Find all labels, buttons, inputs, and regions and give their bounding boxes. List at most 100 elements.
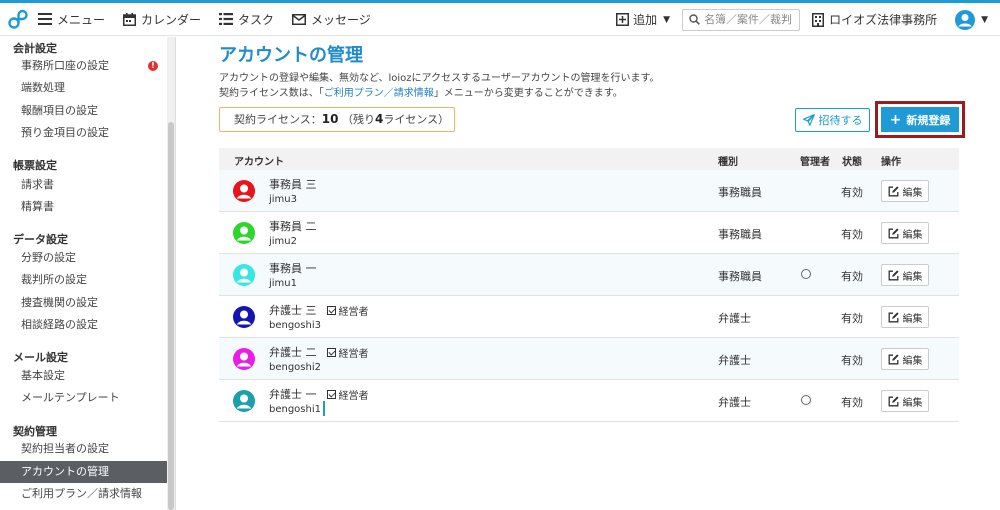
table-row[interactable]: 事務員 一 jimu1 事務職員 有効 編集 [219,254,959,296]
column-header-status: 状態 [842,157,862,168]
office-switcher[interactable]: ロイオズ法律事務所 [812,11,937,28]
account-kind: 事務職員 [718,228,762,241]
calendar-icon [123,12,137,26]
sidebar-item-account-management[interactable]: アカウントの管理 [0,461,168,483]
edit-button[interactable]: 編集 [881,348,929,370]
nav-calendar[interactable]: カレンダー [123,3,201,36]
new-register-label: 新規登録 [906,113,951,127]
page-description-line1: アカウントの登録や編集、無効など、loiozにアクセスするユーザーアカウントの管… [219,73,660,84]
user-avatar-icon [233,306,255,328]
desc-text: 契約ライセンス数は、「 [219,88,324,99]
license-count: 10 [321,112,339,126]
sidebar-item-label: 分野の設定 [21,251,76,264]
account-name-line: 弁護士 一 経営者 [269,386,369,402]
owner-flag: 経営者 [326,303,369,318]
edit-button[interactable]: 編集 [881,264,929,286]
admin-circle-icon [801,395,811,405]
sidebar-item-label: 事務所口座の設定 [21,59,109,72]
sidebar-item-label: アカウントの管理 [21,465,109,478]
app-header: メニュー カレンダー タスク メッセージ 追加 ▼ ロイオズ法律事務所 ▼ [0,3,1000,36]
sidebar-item-consult-route[interactable]: 相談経路の設定 [0,314,168,336]
account-name: 弁護士 二 [269,346,317,359]
plan-billing-link[interactable]: ご利用プラン／請求情報 [324,88,434,99]
sidebar-item-label: メールテンプレート [21,391,120,404]
account-login-id: jimu1 [269,278,297,289]
account-kind: 事務職員 [718,186,762,199]
account-login-id: bengoshi1 [269,404,321,415]
edit-button[interactable]: 編集 [881,306,929,328]
sidebar-item-label: 請求書 [21,178,54,191]
chevron-down-icon: ▼ [981,14,988,25]
nav-menu[interactable]: メニュー [38,3,105,36]
sidebar-item-plan-billing[interactable]: ご利用プラン／請求情報 [0,483,168,505]
sidebar-item-mail-template[interactable]: メールテンプレート [0,387,168,409]
license-remaining-post: ライセンス） [383,113,450,126]
nav-message[interactable]: メッセージ [292,3,371,36]
sidebar-item-mail-basic[interactable]: 基本設定 [0,365,168,387]
column-header-kind: 種別 [718,157,738,168]
search-input[interactable] [704,13,797,26]
invite-button[interactable]: 招待する [795,108,870,132]
sidebar-item-office-account[interactable]: 事務所口座の設定 ! [0,55,168,77]
table-header: アカウント 種別 管理者 状態 操作 [219,148,959,170]
loioz-logo[interactable] [0,3,38,36]
nav-task[interactable]: タスク [219,3,274,36]
office-name: ロイオズ法律事務所 [829,13,938,27]
logo-icon [8,9,28,29]
list-icon [219,13,234,25]
edit-label: 編集 [902,271,923,283]
sidebar-item-label: 契約担当者の設定 [21,442,109,455]
sidebar-heading-forms: 帳票設定 [13,159,57,172]
nav-calendar-label: カレンダー [141,12,202,27]
edit-icon [888,353,899,364]
sidebar-heading-data: データ設定 [13,233,68,246]
column-header-operation: 操作 [881,157,901,168]
account-login-id: jimu3 [269,194,297,205]
alert-badge-icon: ! [148,61,158,71]
sidebar-item-deposit-items[interactable]: 預り金項目の設定 [0,122,168,144]
add-dropdown[interactable]: 追加 ▼ [616,11,670,28]
user-avatar-icon [233,264,255,286]
nav-message-label: メッセージ [311,12,371,27]
table-row[interactable]: 事務員 二 jimu2 事務職員 有効 編集 [219,212,959,254]
search-box[interactable] [682,8,801,31]
account-kind: 弁護士 [718,354,751,367]
sidebar-item-label: 預り金項目の設定 [21,126,109,139]
mail-icon [292,13,307,25]
checkbox-icon [326,347,336,357]
sidebar-item-rounding[interactable]: 端数処理 [0,77,168,99]
edit-button[interactable]: 編集 [881,222,929,244]
table-row[interactable]: 事務員 三 jimu3 事務職員 有効 編集 [219,170,959,212]
user-avatar-icon [955,9,976,30]
edit-icon [888,227,899,238]
sidebar-item-investigation[interactable]: 捜査機関の設定 [0,292,168,314]
sidebar-item-field[interactable]: 分野の設定 [0,247,168,269]
edit-button[interactable]: 編集 [881,390,929,412]
sidebar-item-label: 端数処理 [21,81,65,94]
sidebar-item-statement[interactable]: 精算書 [0,196,168,218]
sidebar-item-invoice[interactable]: 請求書 [0,174,168,196]
sidebar-item-fee-items[interactable]: 報酬項目の設定 [0,100,168,122]
column-header-admin: 管理者 [800,157,830,168]
table-row[interactable]: 弁護士 二 経営者 bengoshi2 弁護士 有効 編集 [219,338,959,380]
header-right: 追加 ▼ ロイオズ法律事務所 ▼ [616,3,1000,36]
sidebar-item-label: 裁判所の設定 [21,273,87,286]
account-kind: 弁護士 [718,312,751,325]
user-menu[interactable]: ▼ [955,9,988,30]
table-row[interactable]: 弁護士 三 経営者 bengoshi3 弁護士 有効 編集 [219,296,959,338]
owner-label: 経営者 [338,348,369,360]
sidebar-item-label: 捜査機関の設定 [21,296,98,309]
sidebar-item-court[interactable]: 裁判所の設定 [0,269,168,291]
sidebar-item-label: 相談経路の設定 [21,318,98,331]
edit-icon [888,311,899,322]
sidebar-scrollbar[interactable] [167,37,175,510]
sidebar-scrollbar-thumb[interactable] [168,122,174,510]
sidebar-item-contract-person[interactable]: 契約担当者の設定 [0,438,168,460]
search-icon [689,14,700,25]
edit-label: 編集 [902,355,923,367]
table-row[interactable]: 弁護士 一 経営者 bengoshi1 弁護士 有効 編集 [219,380,959,422]
new-register-button[interactable]: + 新規登録 [881,107,959,132]
edit-button[interactable]: 編集 [881,180,929,202]
hamburger-icon [38,13,52,25]
sidebar-item-label: 報酬項目の設定 [21,104,98,117]
